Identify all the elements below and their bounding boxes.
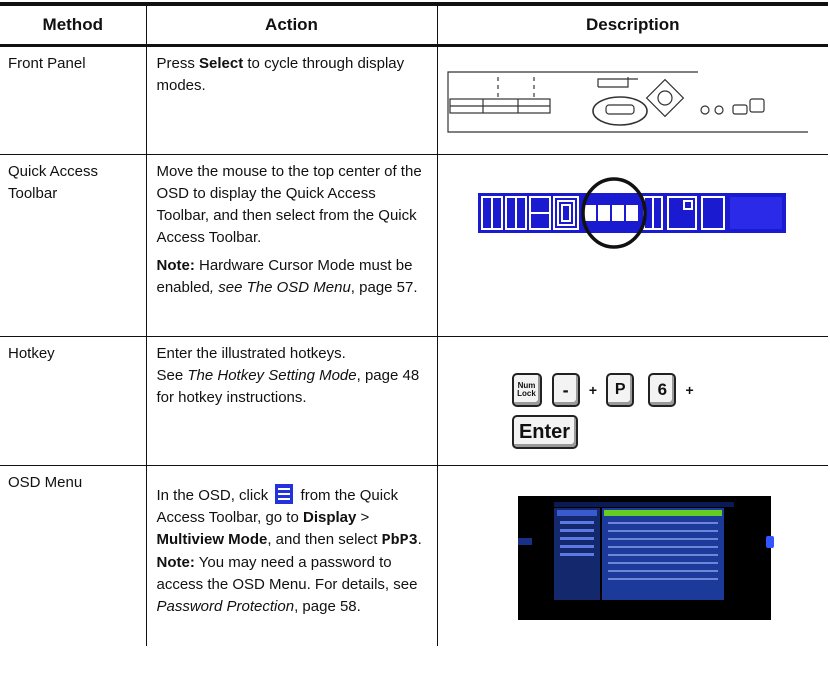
action-text: Move the mouse to the top center of the … <box>156 163 422 246</box>
note-label: Note: <box>156 554 195 571</box>
hotkey-mode-ref: The Hotkey Setting Mode <box>187 367 357 384</box>
action-text: See <box>156 367 188 384</box>
method-cell: Front Panel <box>0 45 146 155</box>
osd-right-tab <box>765 536 774 548</box>
action-text: Enter the illustrated hotkeys. <box>156 345 346 362</box>
table-row: Hotkey Enter the illustrated hotkeys. Se… <box>0 336 829 466</box>
action-text: Press <box>156 55 200 72</box>
osd-settings-panel <box>601 508 724 600</box>
display-label: Display <box>302 509 357 526</box>
description-cell <box>436 45 828 155</box>
action-text: . <box>417 531 422 548</box>
osd-left-tab <box>517 538 532 545</box>
action-text: In the OSD, click <box>156 487 269 504</box>
osd-screenshot <box>517 496 774 620</box>
description-cell <box>436 154 828 337</box>
table-row: Quick Access Toolbar Move the mouse to t… <box>0 154 828 337</box>
pbp3-label: PbP3 <box>381 532 418 549</box>
action-text: See The Hotkey Setting Mode, page 48 for… <box>157 365 427 409</box>
action-cell: Press Select to cycle through display mo… <box>145 45 437 155</box>
menu-icon <box>275 484 294 504</box>
quick-access-toolbar-illustration <box>477 177 786 249</box>
password-protection-ref: Password Protection <box>156 598 295 615</box>
osd-menu-ref: , see The OSD Menu <box>209 279 351 296</box>
six-key: 6 <box>648 373 677 407</box>
action-cell: In the OSD, click from the Quick Access … <box>145 465 437 646</box>
multiview-mode-label: Multiview Mode <box>156 531 268 548</box>
header-description: Description <box>436 2 828 47</box>
action-text: , and then select <box>267 531 382 548</box>
header-method: Method <box>0 2 146 47</box>
num-lock-key: Num Lock <box>511 373 542 407</box>
method-cell: OSD Menu <box>8 474 83 491</box>
header-action: Action <box>145 2 437 47</box>
action-text: In the OSD, click from the Quick Access … <box>157 484 427 552</box>
hotkey-illustration: Num Lock - + P 6 + Enter <box>438 337 829 449</box>
method-table: Method Action Description Front Panel Pr… <box>0 2 828 646</box>
note-text: , page 57. <box>350 279 418 296</box>
table-row: Front Panel Press Select to cycle throug… <box>0 45 828 155</box>
header-row: Method Action Description <box>0 2 828 47</box>
note: Note: You may need a password to access … <box>157 552 427 618</box>
osd-sidebar <box>553 508 600 600</box>
hotkey-keys: Num Lock - + P 6 + <box>511 373 829 407</box>
method-cell: Quick Access Toolbar <box>0 154 146 337</box>
table-row: OSD Menu In the OSD, click from the Quic… <box>0 465 828 646</box>
plus-sign: + <box>588 382 598 398</box>
enter-key: Enter <box>511 415 578 449</box>
description-cell <box>436 465 828 646</box>
note-text: You may need a password to access the OS… <box>156 554 418 593</box>
note-text: , page 58. <box>294 598 361 615</box>
p-key: P <box>606 373 635 407</box>
action-text: > <box>356 509 370 526</box>
note: Note: Hardware Cursor Mode must be enabl… <box>157 255 427 299</box>
note-label: Note: <box>156 257 195 274</box>
select-label: Select <box>199 55 244 72</box>
method-cell: Hotkey <box>0 336 146 466</box>
minus-key: - <box>551 373 580 407</box>
front-panel-illustration <box>446 71 808 133</box>
action-cell: Move the mouse to the top center of the … <box>145 154 437 337</box>
description-cell: Num Lock - + P 6 + Enter <box>436 336 829 466</box>
action-cell: Enter the illustrated hotkeys. See The H… <box>145 336 437 466</box>
plus-sign: + <box>685 382 694 398</box>
